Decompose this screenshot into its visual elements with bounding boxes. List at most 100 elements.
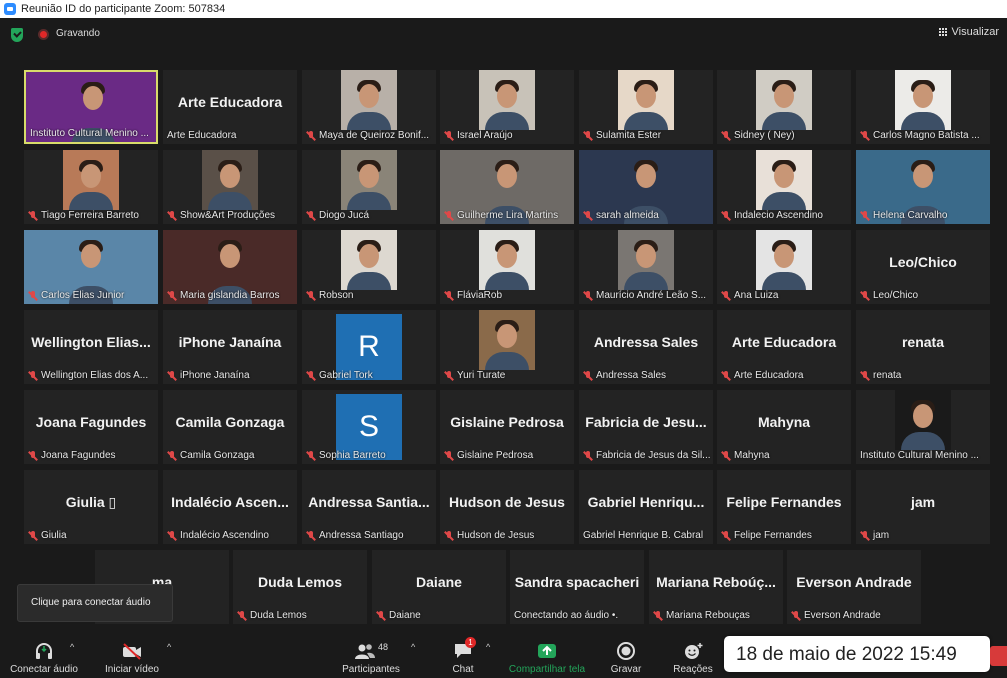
share-screen-icon	[537, 642, 557, 660]
participant-tile[interactable]: Camila Gonzaga Camila Gonzaga	[163, 390, 297, 464]
participant-name-label: Conectando ao áudio •.	[514, 610, 619, 621]
participant-tile[interactable]: Sulamita Ester	[579, 70, 713, 144]
participant-display-name: Duda Lemos	[257, 574, 342, 590]
participant-tile[interactable]: Leo/Chico Leo/Chico	[856, 230, 990, 304]
participant-tile[interactable]: R Gabriel Tork	[302, 310, 436, 384]
participant-name-label: Arte Educadora	[167, 130, 237, 141]
participants-options-chevron-icon[interactable]: ^	[411, 642, 415, 652]
participant-name-label: Robson	[306, 290, 434, 301]
muted-mic-icon	[306, 450, 316, 461]
audio-options-chevron-icon[interactable]: ^	[70, 642, 74, 652]
participant-tile[interactable]: Indalecio Ascendino	[717, 150, 851, 224]
participant-tile[interactable]: Andressa Santia... Andressa Santiago	[302, 470, 436, 544]
participant-name-label: Tiago Ferreira Barreto	[28, 210, 156, 221]
participant-tile[interactable]: Helena Carvalho	[856, 150, 990, 224]
participant-name-label: Duda Lemos	[237, 610, 365, 621]
participant-tile[interactable]: Wellington Elias... Wellington Elias dos …	[24, 310, 158, 384]
chat-button[interactable]: 1 Chat	[444, 630, 482, 678]
participant-display-name: jam	[910, 494, 936, 510]
participants-icon: 48	[354, 642, 388, 660]
participant-tile[interactable]: Daiane Daiane	[372, 550, 506, 624]
participant-tile[interactable]: Mahyna Mahyna	[717, 390, 851, 464]
participant-tile[interactable]: Instituto Cultural Menino ...	[856, 390, 990, 464]
participant-video-image	[63, 150, 119, 210]
muted-mic-icon	[583, 370, 593, 381]
participant-display-name: Indalécio Ascen...	[171, 494, 289, 510]
participant-tile[interactable]: Duda Lemos Duda Lemos	[233, 550, 367, 624]
participant-display-name: Leo/Chico	[889, 254, 957, 270]
participant-name-label: Yuri Turate	[444, 370, 572, 381]
participant-tile[interactable]: renata renata	[856, 310, 990, 384]
participant-tile[interactable]: Arte Educadora Arte Educadora	[163, 70, 297, 144]
participant-tile[interactable]: Everson Andrade Everson Andrade	[787, 550, 921, 624]
participant-tile[interactable]: iPhone Janaína iPhone Janaína	[163, 310, 297, 384]
participant-tile[interactable]: Andressa Sales Andressa Sales	[579, 310, 713, 384]
participant-tile[interactable]: Ana Luiza	[717, 230, 851, 304]
participant-display-name: Mariana Reboúç...	[656, 574, 776, 590]
muted-mic-icon	[444, 530, 454, 541]
participant-video-image	[341, 230, 397, 290]
participant-tile[interactable]: Sidney ( Ney)	[717, 70, 851, 144]
participant-display-name: Arte Educadora	[177, 94, 283, 110]
muted-mic-icon	[721, 450, 731, 461]
participant-display-name: Sandra spacacheri	[514, 574, 640, 590]
participant-tile[interactable]: Carlos Elias Junior	[24, 230, 158, 304]
participant-tile[interactable]: Giulia ▯ Giulia	[24, 470, 158, 544]
participant-tile[interactable]: Robson	[302, 230, 436, 304]
participant-tile[interactable]: Gislaine Pedrosa Gislaine Pedrosa	[440, 390, 574, 464]
participant-tile[interactable]: Maya de Queiroz Bonif...	[302, 70, 436, 144]
participant-tile[interactable]: Mariana Reboúç... Mariana Rebouças	[649, 550, 783, 624]
participant-name-label: Diogo Jucá	[306, 210, 434, 221]
video-options-chevron-icon[interactable]: ^	[167, 642, 171, 652]
share-screen-button[interactable]: Compartilhar tela	[504, 630, 590, 678]
participant-tile[interactable]: Israel Araújo	[440, 70, 574, 144]
participant-name-label: Giulia	[28, 530, 156, 541]
participant-video-image	[895, 70, 951, 130]
muted-mic-icon	[376, 610, 386, 621]
participant-tile[interactable]: Indalécio Ascen... Indalécio Ascendino	[163, 470, 297, 544]
participant-tile[interactable]: Joana Fagundes Joana Fagundes	[24, 390, 158, 464]
participant-tile[interactable]: jam jam	[856, 470, 990, 544]
participant-tile[interactable]: FláviaRob	[440, 230, 574, 304]
reactions-smiley-icon	[683, 642, 703, 660]
participant-display-name: Gislaine Pedrosa	[450, 414, 564, 430]
chat-options-chevron-icon[interactable]: ^	[486, 642, 490, 652]
participant-tile[interactable]: S Sophia Barreto	[302, 390, 436, 464]
participant-display-name: Fabricia de Jesu...	[585, 414, 707, 430]
gallery-grid: Instituto Cultural Menino ... Arte Educad…	[0, 0, 1007, 630]
participant-name-label: Gabriel Tork	[306, 370, 434, 381]
muted-mic-icon	[167, 530, 177, 541]
participant-tile[interactable]: Carlos Magno Batista ...	[856, 70, 990, 144]
muted-mic-icon	[28, 210, 38, 221]
muted-mic-icon	[721, 370, 731, 381]
participant-tile[interactable]: Yuri Turate	[440, 310, 574, 384]
participant-tile[interactable]: Fabricia de Jesu... Fabricia de Jesus da …	[579, 390, 713, 464]
muted-mic-icon	[721, 210, 731, 221]
participant-tile[interactable]: Show&Art Produções	[163, 150, 297, 224]
participant-name-label: Maya de Queiroz Bonif...	[306, 130, 434, 141]
record-button[interactable]: Gravar	[606, 630, 646, 678]
participant-name-label: Hudson de Jesus	[444, 530, 572, 541]
participant-tile[interactable]: Guilherme Lira Martins	[440, 150, 574, 224]
muted-mic-icon	[167, 210, 177, 221]
end-meeting-button-edge[interactable]	[990, 646, 1007, 666]
participant-name-label: Sulamita Ester	[583, 130, 711, 141]
participants-button[interactable]: 48 Participantes	[338, 630, 404, 678]
start-video-button[interactable]: Iniciar vídeo	[100, 630, 164, 678]
participant-tile[interactable]: Arte Educadora Arte Educadora	[717, 310, 851, 384]
participant-tile[interactable]: Tiago Ferreira Barreto	[24, 150, 158, 224]
participant-tile[interactable]: Maurício André Leão S...	[579, 230, 713, 304]
participant-tile[interactable]: Diogo Jucá	[302, 150, 436, 224]
headphones-icon	[34, 642, 54, 660]
reactions-button[interactable]: Reações	[670, 630, 716, 678]
participant-tile[interactable]: Maria gislandia Barros	[163, 230, 297, 304]
participant-tile[interactable]: Felipe Fernandes Felipe Fernandes	[717, 470, 851, 544]
participant-tile[interactable]: sarah almeida	[579, 150, 713, 224]
participant-tile[interactable]: Gabriel Henriqu... Gabriel Henrique B. Ca…	[579, 470, 713, 544]
connect-audio-button[interactable]: Conectar áudio	[8, 630, 80, 678]
participant-name-label: Gislaine Pedrosa	[444, 450, 572, 461]
muted-mic-icon	[444, 210, 454, 221]
participant-tile[interactable]: Sandra spacacheri Conectando ao áudio •.	[510, 550, 644, 624]
participant-tile[interactable]: Instituto Cultural Menino ...	[24, 70, 158, 144]
participant-tile[interactable]: Hudson de Jesus Hudson de Jesus	[440, 470, 574, 544]
